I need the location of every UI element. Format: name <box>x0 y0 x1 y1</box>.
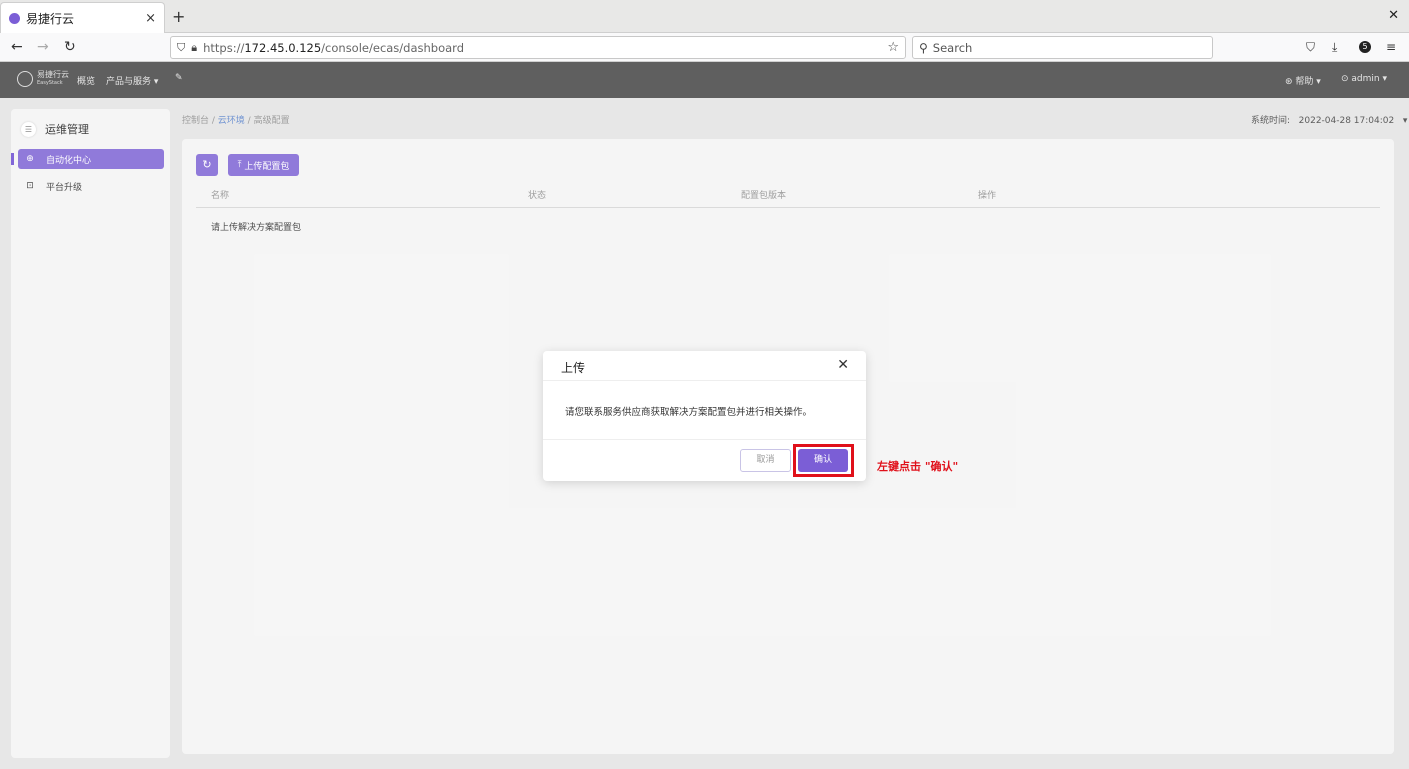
download-icon[interactable]: ⤓ <box>1332 40 1337 55</box>
search-icon: ⚲ <box>919 40 928 55</box>
reload-icon[interactable]: ↻ <box>64 39 76 55</box>
nav-overview[interactable]: 概览 <box>77 74 95 87</box>
dialog-divider <box>543 380 866 381</box>
back-icon[interactable]: ← <box>11 39 23 55</box>
dialog-close-icon[interactable]: ✕ <box>837 357 849 373</box>
pocket-icon[interactable]: ⛉ <box>1306 40 1315 55</box>
annotation-text: 左键点击 "确认" <box>877 460 959 473</box>
logo-name: 易捷行云 <box>37 70 69 79</box>
logo[interactable]: 易捷行云 EasyStack <box>17 71 69 87</box>
bookmark-star-icon[interactable]: ☆ <box>887 40 899 55</box>
logo-icon <box>17 71 33 87</box>
user-menu[interactable]: ⊙ admin ▾ <box>1341 74 1387 84</box>
tab-close-icon[interactable]: × <box>145 11 156 26</box>
highlight-box <box>793 444 854 477</box>
url-bar[interactable]: ⛉ 🔒︎ https://172.45.0.125/console/ecas/d… <box>170 36 906 59</box>
search-input[interactable]: ⚲ Search <box>912 36 1213 59</box>
browser-tab[interactable]: 易捷行云 × <box>0 2 165 33</box>
logo-sub: EasyStack <box>37 80 63 86</box>
menu-icon[interactable]: ≡ <box>1386 40 1396 54</box>
browser-nav-bar: ← → ↻ ⛉ 🔒︎ https://172.45.0.125/console/… <box>0 33 1409 62</box>
window-close-icon[interactable]: ✕ <box>1388 8 1399 23</box>
search-placeholder: Search <box>932 40 973 55</box>
new-tab-icon[interactable]: + <box>172 7 185 26</box>
browser-tab-bar: 易捷行云 × + ✕ <box>0 0 1409 33</box>
help-icon: ⊛ <box>1285 77 1296 87</box>
favicon-icon <box>9 12 20 24</box>
extension-icon[interactable]: 5 <box>1359 41 1371 53</box>
nav-products[interactable]: 产品与服务 ▾ <box>106 74 158 87</box>
tab-title: 易捷行云 <box>26 11 75 26</box>
dialog-title: 上传 <box>561 361 586 375</box>
app-header: 易捷行云 EasyStack 概览 产品与服务 ▾ ✎ ⊛ 帮助 ▾ ⊙ adm… <box>0 62 1409 98</box>
cancel-button[interactable]: 取消 <box>740 449 791 472</box>
help-menu[interactable]: ⊛ 帮助 ▾ <box>1285 74 1321 87</box>
pin-icon[interactable]: ✎ <box>175 73 183 83</box>
forward-icon[interactable]: → <box>37 39 49 55</box>
url-text[interactable]: https://172.45.0.125/console/ecas/dashbo… <box>203 41 887 55</box>
user-icon: ⊙ <box>1341 74 1352 84</box>
dialog-divider <box>543 439 866 440</box>
lock-icon[interactable]: 🔒︎ <box>191 41 197 55</box>
shield-icon[interactable]: ⛉ <box>177 41 185 55</box>
dialog-message: 请您联系服务供应商获取解决方案配置包并进行相关操作。 <box>565 407 813 418</box>
